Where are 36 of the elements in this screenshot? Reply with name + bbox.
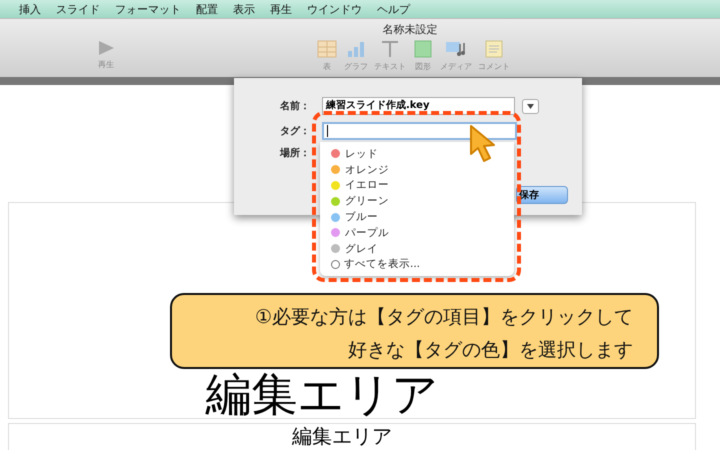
menu-item[interactable]: 表示 [233, 2, 255, 16]
window-title: 名称未設定 [382, 22, 438, 36]
bar-chart-icon [345, 40, 367, 58]
menu-item[interactable]: 配置 [196, 2, 218, 16]
expand-button[interactable] [522, 98, 539, 114]
tag-menu-item[interactable]: ブルー [345, 210, 378, 224]
text-icon [379, 40, 401, 58]
menu-item[interactable]: フォーマット [115, 2, 181, 16]
tag-menu-item[interactable]: グレイ [345, 242, 378, 256]
save-button[interactable]: 保存 [516, 186, 568, 204]
tag-menu-item[interactable]: オレンジ [345, 162, 389, 177]
tag-menu-item[interactable]: グリーン [345, 194, 389, 208]
tag-menu-item[interactable]: すべてを表示... [344, 257, 420, 272]
tag-menu-item[interactable]: イエロー [345, 178, 389, 192]
field-label: タグ： [279, 125, 310, 138]
slide-text: 編集エリア [292, 424, 393, 450]
field-label: 名前： [279, 100, 310, 113]
note-icon [483, 40, 505, 58]
menu-item[interactable]: ヘルプ [377, 2, 410, 16]
field-label: 場所： [278, 146, 310, 160]
play-icon [97, 40, 115, 56]
callout-text: ①必要な方は【タグの項目】をクリックして [254, 305, 633, 330]
tag-menu-item[interactable]: パープル [345, 226, 389, 240]
circle-icon [331, 260, 340, 269]
tag-input-field[interactable] [322, 122, 517, 140]
caret-icon [527, 104, 534, 108]
callout-text: 好きな【タグの色】を選択します [347, 338, 633, 363]
slide-text: 編集エリア [206, 370, 438, 418]
tag-menu-item[interactable]: レッド [345, 146, 378, 161]
menu-item[interactable]: 再生 [270, 2, 292, 16]
menu-item[interactable]: 挿入 [19, 2, 41, 16]
media-icon [445, 40, 467, 58]
menu-item[interactable]: ウインドウ [307, 2, 362, 16]
menu-item[interactable]: スライド [56, 2, 100, 16]
square-icon [412, 40, 434, 58]
table-icon [316, 40, 338, 58]
